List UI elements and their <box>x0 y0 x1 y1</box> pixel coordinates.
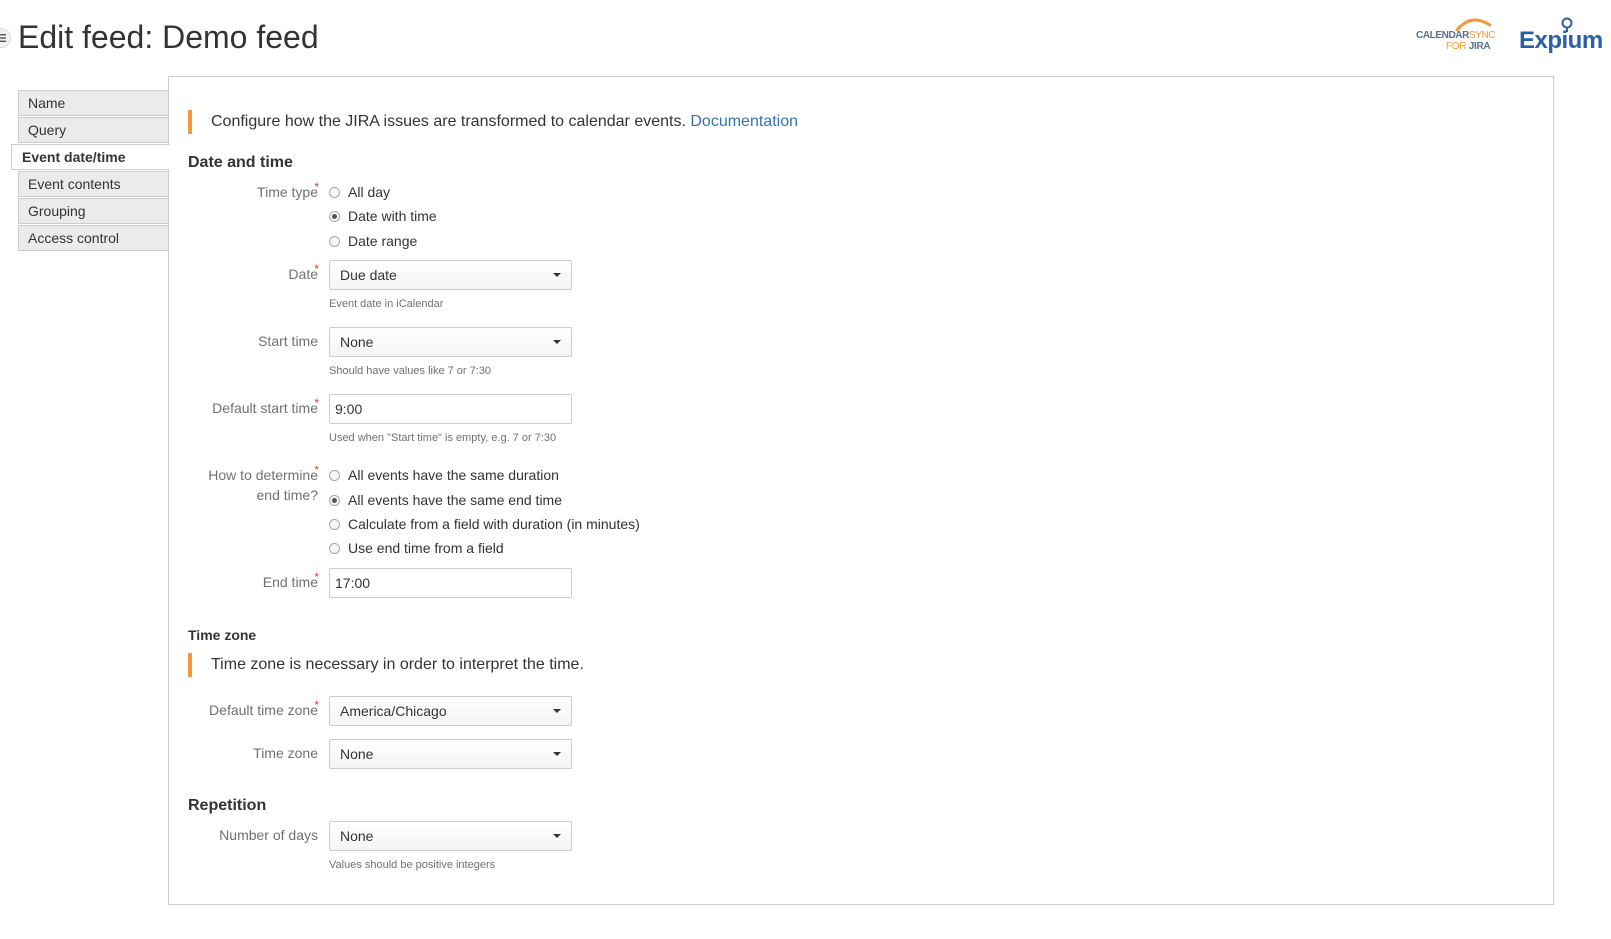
end-method-label: How to determine end time? <box>208 467 318 503</box>
nav-item-query[interactable]: Query <box>18 117 169 143</box>
section-heading-repetition: Repetition <box>188 797 267 814</box>
expium-logo: Expium <box>1519 17 1603 57</box>
start-time-label: Start time <box>258 333 318 349</box>
nav-item-event-contents[interactable]: Event contents <box>18 171 169 197</box>
sun-arc-icon <box>1455 18 1492 31</box>
radio-icon <box>329 518 340 530</box>
default-time-zone-select[interactable]: America/Chicago <box>329 696 572 726</box>
required-marker: * <box>314 698 319 712</box>
radio-icon <box>329 542 340 554</box>
end-method-end-time-field-radio[interactable]: Use end time from a field <box>329 538 504 558</box>
time-zone-field-select[interactable]: None <box>329 739 572 769</box>
required-marker: * <box>314 396 319 410</box>
intro-message: Configure how the JIRA issues are transf… <box>188 110 798 134</box>
default-time-zone-label: Default time zone <box>209 702 318 718</box>
required-marker: * <box>314 180 319 194</box>
required-marker: * <box>314 570 319 584</box>
calendarsync-logo: CALENDARSYNC FOR JIRA <box>1416 17 1500 57</box>
default-start-time-label: Default start time <box>212 400 318 416</box>
required-marker: * <box>314 463 319 477</box>
radio-icon <box>329 469 340 481</box>
end-method-same-end-time-radio[interactable]: All events have the same end time <box>329 490 562 510</box>
radio-icon <box>329 186 340 198</box>
caret-down-icon <box>553 834 561 838</box>
time-zone-message: Time zone is necessary in order to inter… <box>188 653 584 677</box>
radio-checked-icon <box>329 494 340 506</box>
radio-icon <box>329 235 340 247</box>
time-zone-field-label: Time zone <box>253 745 318 761</box>
nav-item-grouping[interactable]: Grouping <box>18 198 169 224</box>
default-start-time-hint: Used when "Start time" is empty, e.g. 7 … <box>329 432 557 444</box>
section-heading-date-time: Date and time <box>188 154 293 171</box>
section-heading-time-zone: Time zone <box>188 627 257 643</box>
page-title: Edit feed: Demo feed <box>18 19 319 55</box>
date-hint: Event date in iCalendar <box>329 298 444 310</box>
caret-down-icon <box>553 709 561 713</box>
caret-down-icon <box>553 273 561 277</box>
hamburger-icon <box>0 34 6 42</box>
end-time-input[interactable]: 17:00 <box>329 568 572 598</box>
nav-item-name[interactable]: Name <box>18 90 169 116</box>
number-of-days-label: Number of days <box>219 827 318 843</box>
sidebar-toggle-button[interactable] <box>0 28 11 48</box>
time-type-date-range-radio[interactable]: Date range <box>329 231 417 251</box>
time-type-label: Time type <box>257 184 318 200</box>
default-start-time-input[interactable]: 9:00 <box>329 394 572 424</box>
nav-item-event-date-time[interactable]: Event date/time <box>11 144 170 170</box>
caret-down-icon <box>553 340 561 344</box>
documentation-link[interactable]: Documentation <box>690 113 798 130</box>
radio-checked-icon <box>329 210 340 222</box>
end-method-duration-field-radio[interactable]: Calculate from a field with duration (in… <box>329 514 640 534</box>
caret-down-icon <box>553 752 561 756</box>
feed-sections-nav: Name Query Event date/time Event content… <box>11 90 170 252</box>
date-select[interactable]: Due date <box>329 260 572 290</box>
time-type-date-with-time-radio[interactable]: Date with time <box>329 206 437 226</box>
nav-item-access-control[interactable]: Access control <box>18 225 169 251</box>
end-time-label: End time <box>262 574 318 590</box>
number-of-days-hint: Values should be positive integers <box>329 859 496 871</box>
start-time-select[interactable]: None <box>329 327 572 357</box>
start-time-hint: Should have values like 7 or 7:30 <box>329 365 492 377</box>
required-marker: * <box>314 262 319 276</box>
number-of-days-select[interactable]: None <box>329 821 572 851</box>
time-type-all-day-radio[interactable]: All day <box>329 182 390 202</box>
end-method-same-duration-radio[interactable]: All events have the same duration <box>329 465 559 485</box>
